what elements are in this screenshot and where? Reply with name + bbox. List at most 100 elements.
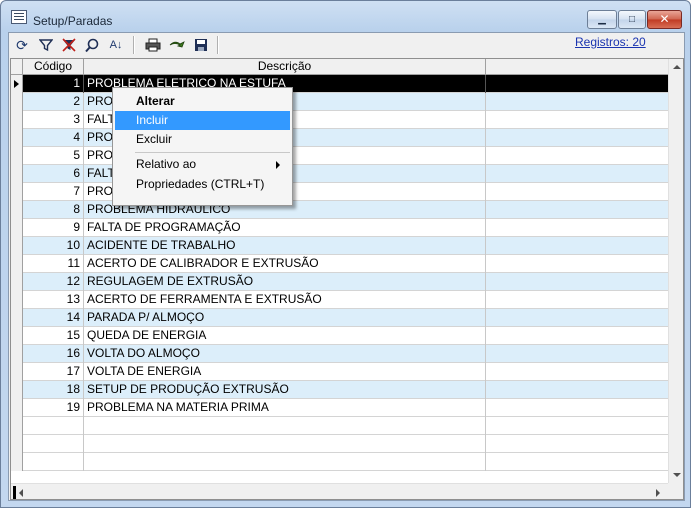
menu-item-label: Alterar xyxy=(136,94,175,108)
menu-item-incluir[interactable]: Incluir xyxy=(115,111,290,130)
cell-description[interactable]: SETUP DE PRODUÇÃO EXTRUSÃO xyxy=(84,381,486,399)
row-indicator[interactable] xyxy=(11,183,23,201)
print-icon[interactable] xyxy=(143,36,163,54)
cell-code[interactable]: 3 xyxy=(23,111,84,129)
close-button[interactable]: ✕ xyxy=(647,10,682,29)
cell-code[interactable]: 16 xyxy=(23,345,84,363)
table-row[interactable]: 15 QUEDA DE ENERGIA xyxy=(11,327,668,345)
column-header-description[interactable]: Descrição xyxy=(84,59,486,75)
table-row[interactable]: 17 VOLTA DE ENERGIA xyxy=(11,363,668,381)
row-indicator[interactable] xyxy=(11,75,23,93)
table-row[interactable]: 6 FALT xyxy=(11,165,668,183)
cell-code[interactable]: 5 xyxy=(23,147,84,165)
records-count-link[interactable]: Registros: 20 xyxy=(575,35,646,49)
sort-icon[interactable]: A↓ xyxy=(106,36,126,54)
table-row[interactable]: 18 SETUP DE PRODUÇÃO EXTRUSÃO xyxy=(11,381,668,399)
row-indicator[interactable] xyxy=(11,111,23,129)
minimize-button[interactable]: ▁ xyxy=(587,10,617,29)
save-icon[interactable] xyxy=(191,36,211,54)
export-icon[interactable] xyxy=(167,36,187,54)
table-row[interactable]: 10 ACIDENTE DE TRABALHO xyxy=(11,237,668,255)
table-row[interactable]: 2 PRO xyxy=(11,93,668,111)
cell-code[interactable]: 17 xyxy=(23,363,84,381)
menu-item-excluir[interactable]: Excluir xyxy=(115,130,290,149)
menu-item-propriedades[interactable]: Propriedades (CTRL+T) xyxy=(115,175,290,194)
table-row[interactable]: 7 PRO xyxy=(11,183,668,201)
cell-description[interactable]: VOLTA DO ALMOÇO xyxy=(84,345,486,363)
cell-description[interactable]: ACERTO DE CALIBRADOR E EXTRUSÃO xyxy=(84,255,486,273)
column-header-code[interactable]: Código xyxy=(23,59,84,75)
cell-code[interactable]: 11 xyxy=(23,255,84,273)
table-row[interactable]: 13 ACERTO DE FERRAMENTA E EXTRUSÃO xyxy=(11,291,668,309)
cell-description[interactable]: ACERTO DE FERRAMENTA E EXTRUSÃO xyxy=(84,291,486,309)
cell-description[interactable]: PROBLEMA NA MATERIA PRIMA xyxy=(84,399,486,417)
cell-description[interactable]: REGULAGEM DE EXTRUSÃO xyxy=(84,273,486,291)
menu-item-alterar[interactable]: Alterar xyxy=(115,92,290,111)
scroll-left-icon[interactable] xyxy=(19,489,23,497)
filter-icon[interactable] xyxy=(36,36,56,54)
horizontal-scrollbar[interactable] xyxy=(11,483,668,499)
row-indicator[interactable] xyxy=(11,399,23,417)
row-indicator[interactable] xyxy=(11,309,23,327)
cell-description[interactable]: ACIDENTE DE TRABALHO xyxy=(84,237,486,255)
cell-code[interactable]: 2 xyxy=(23,93,84,111)
row-indicator[interactable] xyxy=(11,345,23,363)
cell-code[interactable]: 14 xyxy=(23,309,84,327)
menu-item-relativo[interactable]: Relativo ao xyxy=(115,155,290,174)
empty-row xyxy=(11,435,668,453)
table-row[interactable]: 16 VOLTA DO ALMOÇO xyxy=(11,345,668,363)
row-indicator[interactable] xyxy=(11,237,23,255)
table-row[interactable]: 4 PRO xyxy=(11,129,668,147)
cell-description xyxy=(84,417,486,435)
table-row[interactable]: 5 PRO xyxy=(11,147,668,165)
cell-description[interactable]: PARADA P/ ALMOÇO xyxy=(84,309,486,327)
cell-description[interactable]: FALTA DE PROGRAMAÇÃO xyxy=(84,219,486,237)
row-indicator[interactable] xyxy=(11,219,23,237)
row-indicator[interactable] xyxy=(11,381,23,399)
row-indicator[interactable] xyxy=(11,273,23,291)
app-icon[interactable] xyxy=(11,10,27,24)
refresh-icon[interactable]: ⟳ xyxy=(12,36,32,54)
cell-description[interactable]: VOLTA DE ENERGIA xyxy=(84,363,486,381)
table-row[interactable]: 8 PROBLEMA HIDRAULICO xyxy=(11,201,668,219)
table-row[interactable]: 14 PARADA P/ ALMOÇO xyxy=(11,309,668,327)
cell-code[interactable]: 8 xyxy=(23,201,84,219)
title-bar[interactable]: Setup/Paradas ▁ □ ✕ xyxy=(1,1,690,31)
cell-description xyxy=(84,435,486,453)
cell-code[interactable]: 12 xyxy=(23,273,84,291)
find-icon[interactable] xyxy=(82,36,102,54)
table-row[interactable]: 9 FALTA DE PROGRAMAÇÃO xyxy=(11,219,668,237)
row-indicator[interactable] xyxy=(11,255,23,273)
row-indicator[interactable] xyxy=(11,129,23,147)
clear-filter-icon[interactable] xyxy=(59,36,79,54)
cell-description[interactable]: QUEDA DE ENERGIA xyxy=(84,327,486,345)
cell-code[interactable]: 10 xyxy=(23,237,84,255)
cell-code[interactable]: 19 xyxy=(23,399,84,417)
cell-code[interactable]: 9 xyxy=(23,219,84,237)
table-row[interactable]: 12 REGULAGEM DE EXTRUSÃO xyxy=(11,273,668,291)
table-row[interactable]: 19 PROBLEMA NA MATERIA PRIMA xyxy=(11,399,668,417)
cell-code[interactable]: 4 xyxy=(23,129,84,147)
scroll-up-icon[interactable] xyxy=(673,65,681,69)
row-indicator[interactable] xyxy=(11,147,23,165)
cell-code[interactable]: 6 xyxy=(23,165,84,183)
cell-code[interactable]: 15 xyxy=(23,327,84,345)
table-row[interactable]: 11 ACERTO DE CALIBRADOR E EXTRUSÃO xyxy=(11,255,668,273)
row-indicator[interactable] xyxy=(11,93,23,111)
vertical-scrollbar[interactable] xyxy=(668,59,683,483)
scroll-down-icon[interactable] xyxy=(673,473,681,477)
row-indicator[interactable] xyxy=(11,363,23,381)
cell-code[interactable]: 18 xyxy=(23,381,84,399)
cell-code[interactable]: 13 xyxy=(23,291,84,309)
row-indicator[interactable] xyxy=(11,165,23,183)
scroll-right-icon[interactable] xyxy=(656,489,660,497)
table-row[interactable]: 3 FALT xyxy=(11,111,668,129)
row-indicator[interactable] xyxy=(11,327,23,345)
context-menu: Alterar Incluir Excluir Relativo ao Prop… xyxy=(112,87,293,206)
cell-code[interactable]: 1 xyxy=(23,75,84,93)
maximize-button[interactable]: □ xyxy=(618,10,646,29)
row-indicator[interactable] xyxy=(11,201,23,219)
row-indicator[interactable] xyxy=(11,291,23,309)
cell-code[interactable]: 7 xyxy=(23,183,84,201)
table-row[interactable]: 1 PROBLEMA ELETRICO NA ESTUFA xyxy=(11,75,668,93)
